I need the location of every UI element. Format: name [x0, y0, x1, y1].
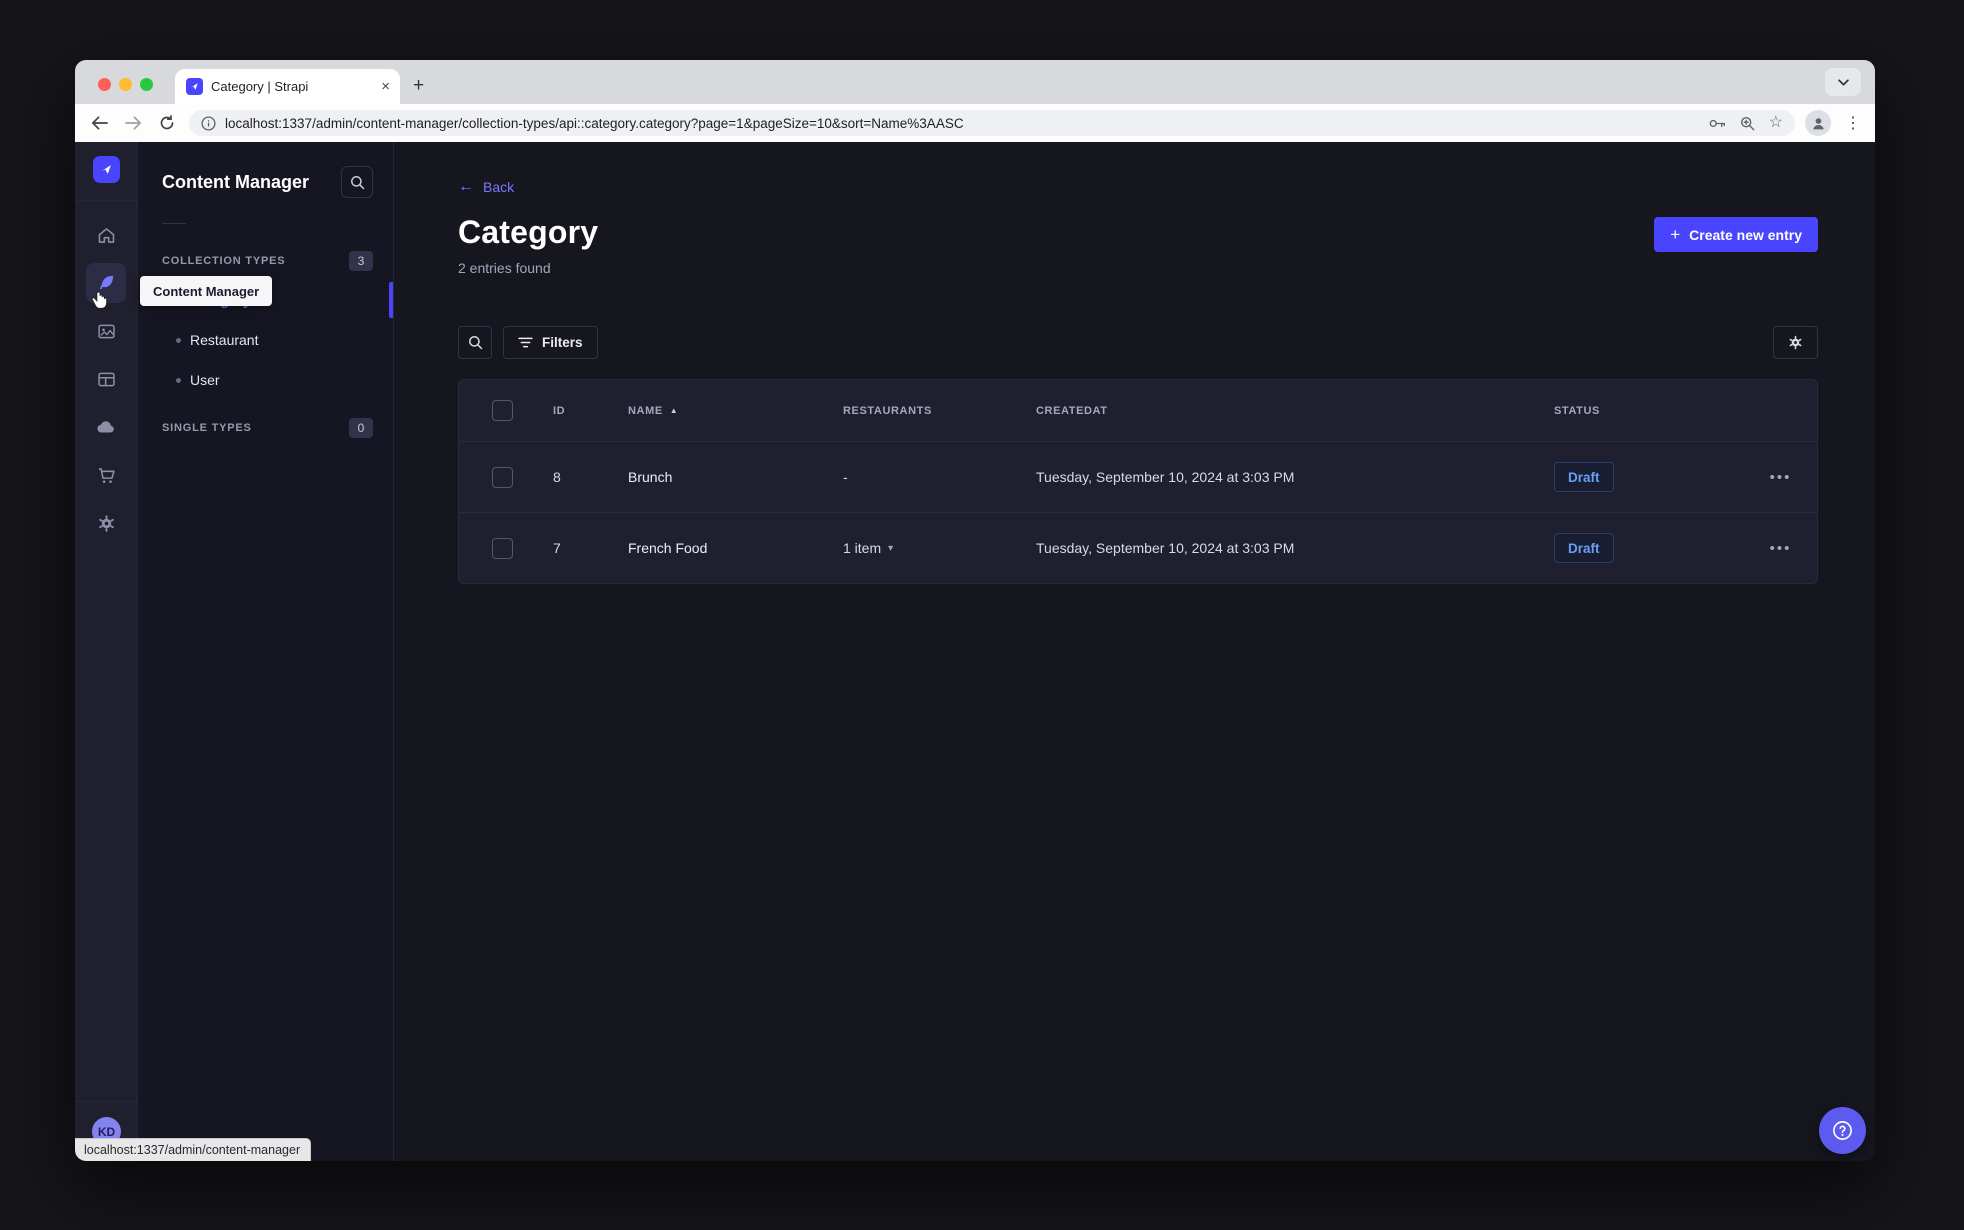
- cell-createdat: Tuesday, September 10, 2024 at 3:03 PM: [1036, 540, 1295, 556]
- subnav-item-label: User: [190, 372, 220, 388]
- reload-button[interactable]: [155, 111, 179, 135]
- main-content: ← Back Category 2 entries found + Create…: [394, 142, 1875, 1161]
- new-tab-button[interactable]: +: [413, 76, 424, 95]
- entries-count: 2 entries found: [458, 260, 551, 276]
- tab-title: Category | Strapi: [211, 79, 309, 94]
- bullet-icon: [176, 337, 181, 343]
- entries-table: ID NAME ▲ RESTAURANTS CREATEDAT STATUS 8…: [458, 379, 1818, 584]
- bullet-icon: [176, 377, 181, 383]
- content-manager-tooltip: Content Manager: [140, 276, 273, 306]
- mouse-cursor: [87, 290, 109, 314]
- column-header-id[interactable]: ID: [553, 405, 628, 417]
- cell-name: French Food: [628, 540, 708, 556]
- address-bar[interactable]: localhost:1337/admin/content-manager/col…: [189, 110, 1795, 136]
- subnav-item-label: Restaurant: [190, 332, 259, 348]
- table-header-row: ID NAME ▲ RESTAURANTS CREATEDAT STATUS: [459, 380, 1817, 441]
- collection-types-count-badge: 3: [349, 251, 373, 271]
- zoom-icon[interactable]: [1740, 116, 1755, 131]
- close-window-button[interactable]: [98, 78, 111, 91]
- strapi-admin-app: KD Content Manager COLLECTION TYPES 3 Ca…: [75, 142, 1875, 1161]
- filters-button[interactable]: Filters: [503, 326, 598, 359]
- collection-types-label: COLLECTION TYPES: [162, 255, 286, 267]
- traffic-lights: [98, 78, 153, 91]
- create-button-label: Create new entry: [1689, 226, 1802, 243]
- table-row[interactable]: 8 Brunch - Tuesday, September 10, 2024 a…: [459, 441, 1817, 512]
- status-badge: Draft: [1554, 533, 1614, 563]
- strapi-logo[interactable]: [92, 156, 120, 183]
- browser-profile-button[interactable]: [1805, 110, 1831, 136]
- cell-restaurants-expandable[interactable]: 1 item ▾: [843, 540, 1036, 556]
- row-actions-button[interactable]: •••: [1770, 469, 1792, 486]
- tab-close-icon[interactable]: ×: [381, 79, 390, 94]
- sidebar-item-settings[interactable]: [86, 503, 126, 543]
- sidebar-item-content-type-builder[interactable]: [86, 359, 126, 399]
- subnav-divider: [162, 223, 186, 224]
- row-checkbox[interactable]: [492, 466, 513, 488]
- cell-createdat: Tuesday, September 10, 2024 at 3:03 PM: [1036, 469, 1295, 485]
- row-actions-button[interactable]: •••: [1770, 540, 1792, 557]
- plus-icon: +: [1670, 225, 1681, 244]
- back-link[interactable]: ← Back: [458, 178, 514, 196]
- table-search-button[interactable]: [458, 326, 492, 359]
- help-button[interactable]: [1819, 1107, 1866, 1154]
- select-all-checkbox[interactable]: [492, 400, 513, 421]
- sidebar-item-home[interactable]: [86, 215, 126, 255]
- page-title: Category: [458, 214, 599, 250]
- cell-id: 7: [553, 540, 561, 556]
- row-checkbox[interactable]: [492, 537, 513, 559]
- cell-restaurants: -: [843, 469, 848, 485]
- minimize-window-button[interactable]: [119, 78, 132, 91]
- cell-id: 8: [553, 469, 561, 485]
- maximize-window-button[interactable]: [140, 78, 153, 91]
- bookmark-star-icon[interactable]: ☆: [1769, 115, 1783, 131]
- browser-window: Category | Strapi × + localhost:1337/adm…: [75, 60, 1875, 1161]
- filter-icon: [518, 337, 533, 348]
- cell-name: Brunch: [628, 469, 673, 485]
- rail-divider: [75, 200, 138, 201]
- status-badge: Draft: [1554, 462, 1614, 492]
- forward-button[interactable]: [121, 111, 145, 135]
- browser-menu-kebab-icon[interactable]: ⋮: [1845, 113, 1861, 133]
- site-info-icon[interactable]: [201, 115, 216, 131]
- tab-strip: Category | Strapi × +: [75, 60, 1875, 104]
- back-arrow-icon: ←: [458, 178, 474, 195]
- back-button[interactable]: [87, 111, 111, 135]
- filters-button-label: Filters: [542, 335, 583, 350]
- column-header-status[interactable]: STATUS: [1554, 405, 1764, 417]
- single-types-label: SINGLE TYPES: [162, 422, 252, 434]
- single-types-count-badge: 0: [349, 418, 373, 438]
- sidebar-item-cloud[interactable]: [86, 407, 126, 447]
- create-new-entry-button[interactable]: + Create new entry: [1654, 217, 1818, 252]
- caret-down-icon: ▾: [888, 542, 894, 554]
- view-settings-button[interactable]: [1773, 326, 1818, 359]
- password-key-icon[interactable]: [1709, 118, 1726, 129]
- column-header-name[interactable]: NAME ▲: [628, 405, 843, 417]
- url-text: localhost:1337/admin/content-manager/col…: [225, 115, 964, 131]
- subnav-title: Content Manager: [162, 171, 310, 192]
- browser-tab[interactable]: Category | Strapi ×: [175, 69, 400, 104]
- tab-search-chevron-icon[interactable]: [1825, 68, 1861, 96]
- subnav-search-button[interactable]: [341, 166, 373, 198]
- link-preview-status-bar: localhost:1337/admin/content-manager: [75, 1138, 312, 1161]
- table-row[interactable]: 7 French Food 1 item ▾ Tuesday, Septembe…: [459, 512, 1817, 583]
- browser-toolbar: localhost:1337/admin/content-manager/col…: [75, 104, 1875, 142]
- sidebar-item-marketplace[interactable]: [86, 455, 126, 495]
- column-header-createdat[interactable]: CREATEDAT: [1036, 405, 1554, 417]
- column-header-restaurants[interactable]: RESTAURANTS: [843, 405, 1036, 417]
- back-link-label: Back: [483, 179, 515, 195]
- subnav-item-restaurant[interactable]: Restaurant: [138, 320, 393, 360]
- sort-asc-icon: ▲: [669, 406, 679, 415]
- strapi-favicon-icon: [186, 78, 203, 95]
- sidebar-item-media-library[interactable]: [86, 311, 126, 351]
- subnav-item-user[interactable]: User: [138, 360, 393, 400]
